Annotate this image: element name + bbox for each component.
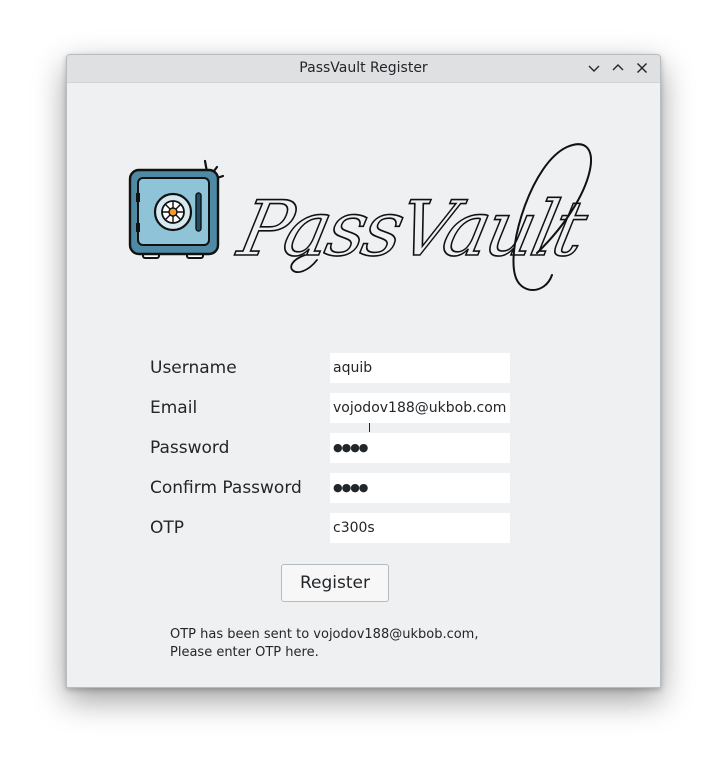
- passvault-logo: PassVault: [127, 135, 607, 300]
- minimize-button[interactable]: [585, 59, 603, 77]
- email-label: Email: [150, 398, 198, 418]
- window-title: PassVault Register: [299, 60, 428, 76]
- safe-icon: PassVault: [128, 143, 595, 291]
- chevron-up-icon: [612, 64, 624, 71]
- otp-label: OTP: [150, 518, 185, 538]
- password-label: Password: [150, 438, 230, 458]
- password-input[interactable]: [330, 433, 510, 463]
- otp-input[interactable]: [330, 513, 510, 543]
- chevron-down-icon: [588, 65, 600, 72]
- logo-wordmark: PassVault: [230, 186, 595, 274]
- otp-sent-message: OTP has been sent to vojodov188@ukbob.co…: [170, 627, 479, 642]
- username-label: Username: [150, 358, 237, 378]
- title-bar[interactable]: PassVault Register: [67, 55, 660, 83]
- email-input[interactable]: [330, 393, 510, 423]
- confirm-password-input[interactable]: [330, 473, 510, 503]
- close-button[interactable]: [633, 59, 651, 77]
- otp-instruction-message: Please enter OTP here.: [170, 645, 319, 660]
- maximize-button[interactable]: [609, 59, 627, 77]
- register-window: PassVault Register PassVault Username aq…: [66, 54, 661, 688]
- username-input[interactable]: [330, 353, 510, 383]
- confirm-password-label: Confirm Password: [150, 478, 302, 498]
- register-button[interactable]: Register: [281, 564, 389, 602]
- close-icon: [637, 63, 647, 73]
